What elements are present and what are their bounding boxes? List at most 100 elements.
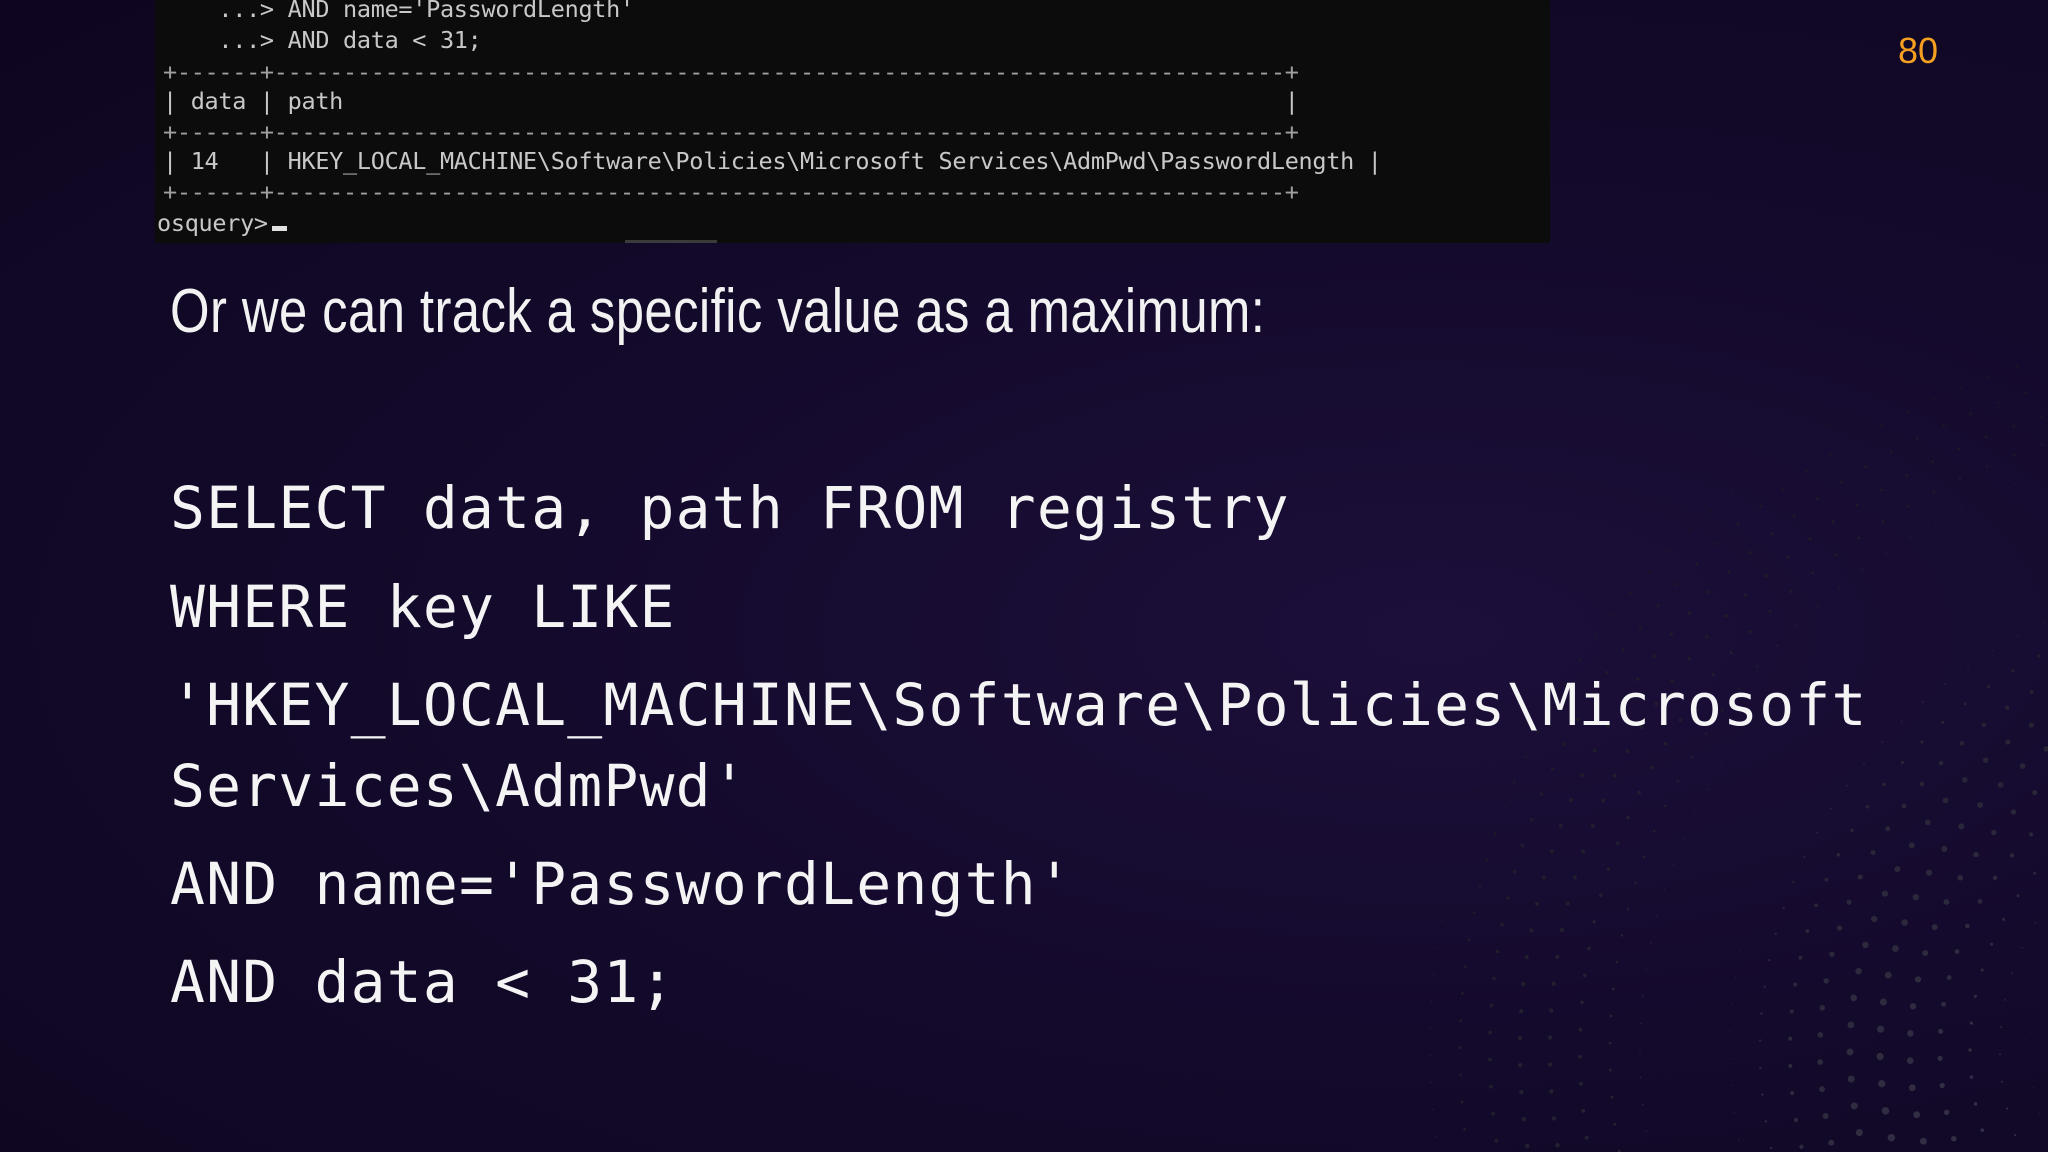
halftone-dot xyxy=(1863,762,1865,765)
halftone-dot xyxy=(2029,832,2034,837)
halftone-dot xyxy=(2013,338,2016,340)
halftone-dot xyxy=(1793,1117,1799,1123)
halftone-dot xyxy=(1294,892,1296,894)
halftone-dot xyxy=(1560,340,1562,342)
halftone-dot xyxy=(1291,784,1293,786)
halftone-dot xyxy=(1816,831,1819,834)
halftone-dot xyxy=(2032,790,2038,796)
halftone-dot xyxy=(1478,789,1481,791)
halftone-dot xyxy=(1788,1063,1793,1068)
halftone-dot xyxy=(1737,523,1740,526)
halftone-dot xyxy=(1388,636,1390,638)
halftone-dot xyxy=(1648,570,1651,573)
halftone-dot xyxy=(1582,322,1584,324)
halftone-dot xyxy=(1845,784,1848,787)
halftone-dot xyxy=(1688,611,1692,615)
halftone-dot xyxy=(1406,949,1408,951)
halftone-dot xyxy=(1439,461,1441,463)
slide-number: 80 xyxy=(1897,30,1939,71)
halftone-dot xyxy=(1459,1073,1462,1077)
halftone-dot xyxy=(1220,1092,1222,1095)
halftone-dot xyxy=(1981,722,1987,728)
halftone-dot xyxy=(1331,761,1332,763)
halftone-dot xyxy=(1611,987,1615,991)
halftone-dot xyxy=(1685,494,1687,496)
halftone-dot xyxy=(1855,503,1859,507)
halftone-dot xyxy=(1663,742,1668,746)
halftone-dot xyxy=(1616,841,1620,845)
halftone-dot xyxy=(1281,1000,1282,1002)
halftone-dot xyxy=(1590,353,1591,354)
halftone-dot xyxy=(2002,918,2006,921)
halftone-dot xyxy=(1850,828,1854,833)
code-line: WHERE key LIKE xyxy=(170,573,676,641)
halftone-dot xyxy=(1746,923,1748,926)
halftone-dot xyxy=(1801,440,1804,443)
terminal-table-row: | 14 | HKEY_LOCAL_MACHINE\Software\Polic… xyxy=(163,147,1382,175)
halftone-dot xyxy=(1326,515,1327,517)
halftone-dot xyxy=(1903,382,1906,385)
halftone-dot xyxy=(1943,899,1950,905)
halftone-dot xyxy=(1610,1095,1614,1099)
halftone-dot xyxy=(1463,1127,1467,1131)
halftone-dot xyxy=(1231,904,1233,906)
halftone-dot xyxy=(1922,949,1929,957)
halftone-dot xyxy=(2013,454,2016,457)
halftone-dot xyxy=(1276,837,1278,839)
halftone-dot xyxy=(1492,976,1496,981)
halftone-dot xyxy=(2005,739,2011,745)
halftone-dot xyxy=(2006,1107,2009,1110)
halftone-dot xyxy=(1760,1012,1763,1015)
halftone-dot xyxy=(1706,788,1708,790)
halftone-dot xyxy=(1172,894,1174,896)
halftone-dot xyxy=(1817,1032,1824,1038)
halftone-dot xyxy=(2024,391,2028,394)
halftone-dot xyxy=(1954,949,1960,954)
halftone-dot xyxy=(1208,862,1211,864)
halftone-dot xyxy=(2039,1113,2040,1115)
halftone-dot xyxy=(2034,1005,2035,1007)
halftone-dot xyxy=(1709,510,1712,513)
halftone-dot xyxy=(1467,938,1471,941)
halftone-dot xyxy=(1963,702,1967,706)
halftone-dot xyxy=(1838,586,1841,589)
halftone-dot xyxy=(1914,671,1915,673)
halftone-dot xyxy=(1417,589,1418,590)
halftone-dot xyxy=(1790,1090,1795,1096)
halftone-dot xyxy=(1264,890,1266,892)
halftone-dot xyxy=(1846,899,1852,905)
code-line: SELECT data, path FROM registry xyxy=(170,474,1290,542)
halftone-dot xyxy=(1289,919,1291,921)
halftone-dot xyxy=(1960,507,1963,510)
halftone-dot xyxy=(1906,1057,1914,1064)
halftone-dot xyxy=(2021,946,2024,949)
halftone-dot xyxy=(1775,847,1777,849)
halftone-dot xyxy=(1969,412,1972,415)
halftone-dot xyxy=(1944,682,1946,685)
halftone-dot xyxy=(1164,948,1167,950)
halftone-dot xyxy=(1702,1097,1703,1098)
halftone-dot xyxy=(1626,512,1628,513)
halftone-dot xyxy=(1429,1054,1431,1057)
halftone-dot xyxy=(1489,763,1491,766)
halftone-dot xyxy=(1984,435,1988,439)
halftone-dot xyxy=(1985,621,1986,623)
halftone-dot xyxy=(1581,849,1586,854)
halftone-dot xyxy=(1503,806,1506,810)
halftone-dot xyxy=(1763,985,1766,988)
halftone-dot xyxy=(1653,829,1656,833)
halftone-dot xyxy=(1788,822,1790,824)
halftone-dot xyxy=(1248,824,1250,827)
halftone-dot xyxy=(1822,1113,1829,1119)
halftone-dot xyxy=(2005,705,2010,710)
halftone-dot xyxy=(1318,582,1319,584)
halftone-dot xyxy=(1906,411,1909,414)
halftone-dot xyxy=(1571,620,1574,622)
halftone-dot xyxy=(1960,386,1963,389)
halftone-dot xyxy=(2028,722,2034,728)
halftone-dot xyxy=(1905,473,1909,477)
halftone-dot xyxy=(1645,968,1647,971)
halftone-dot xyxy=(1629,591,1632,594)
halftone-dot xyxy=(1681,940,1683,942)
halftone-dot xyxy=(1889,450,1893,454)
